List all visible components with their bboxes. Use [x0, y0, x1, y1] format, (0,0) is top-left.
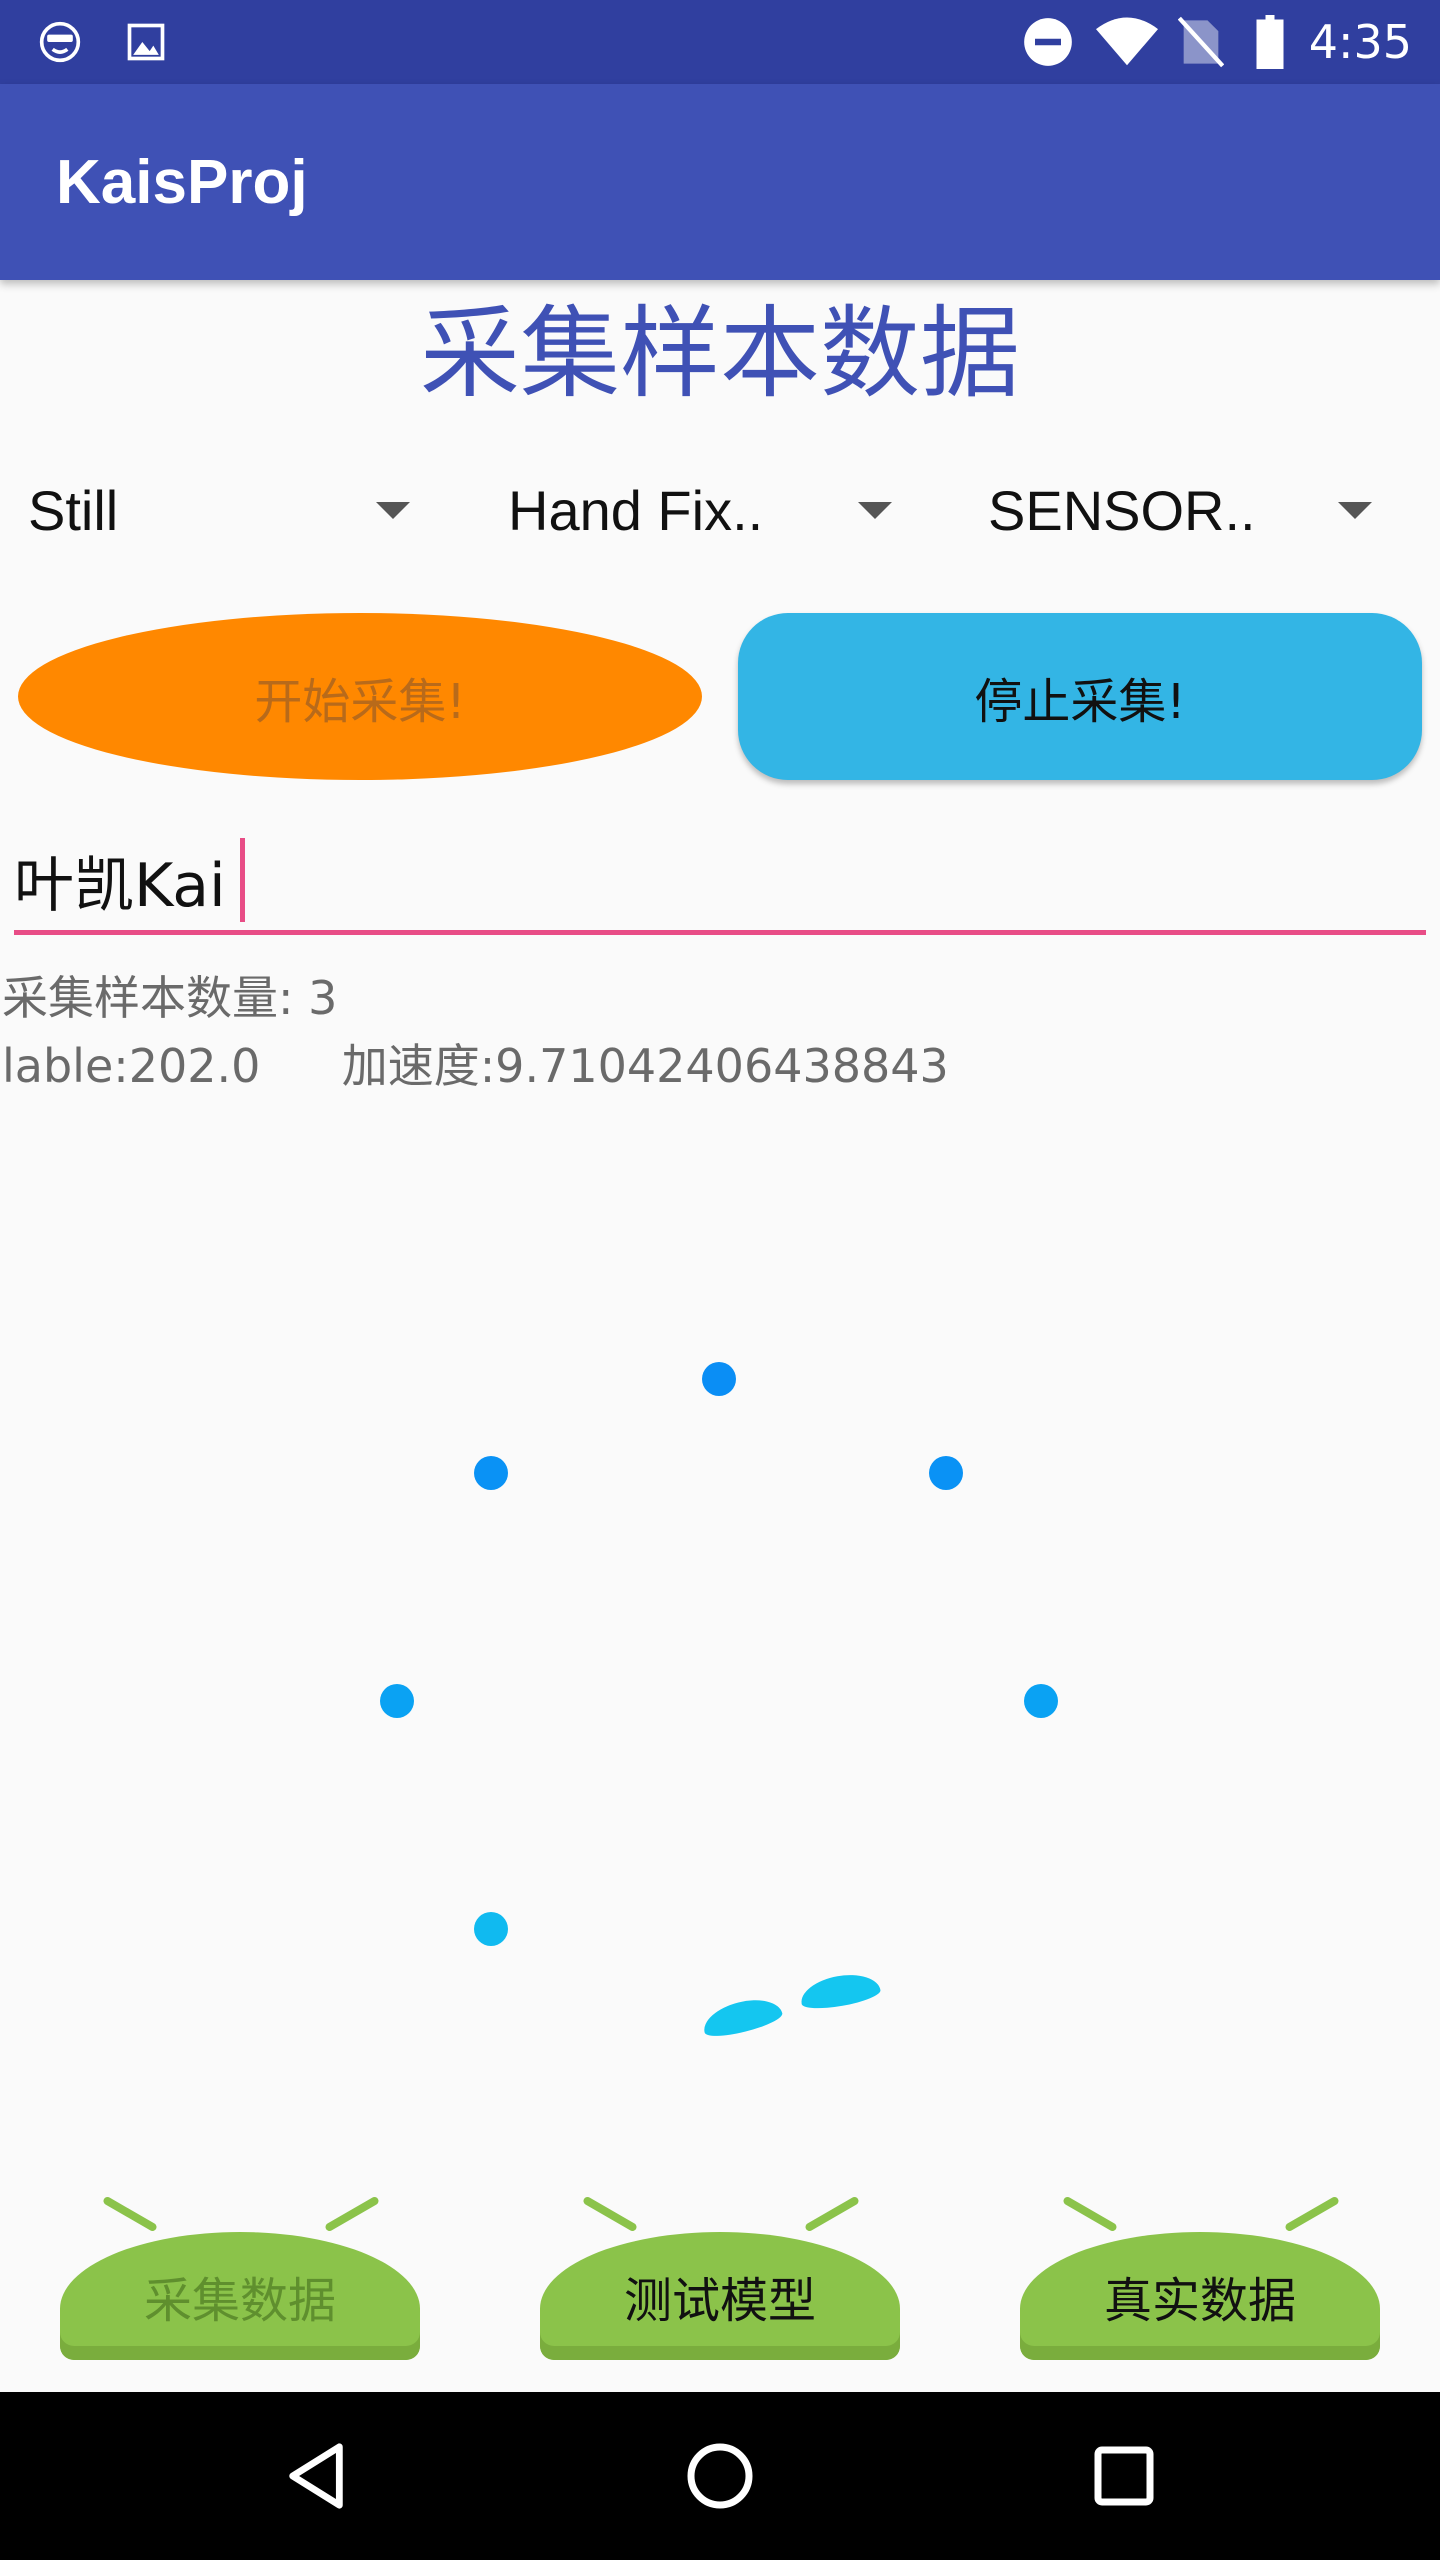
antenna	[804, 2195, 860, 2233]
sensor-readout-line: lable:202.0 加速度:9.71042406438843	[2, 1030, 949, 1096]
dropdown-arrow-icon	[376, 502, 410, 519]
sample-count-value: 3	[308, 971, 338, 1025]
antenna	[1284, 2195, 1340, 2233]
test-model-button[interactable]: 测试模型	[540, 2195, 900, 2360]
acceleration-readout: 加速度:9.71042406438843	[341, 1039, 949, 1093]
home-button[interactable]	[640, 2392, 800, 2560]
test-model-label: 测试模型	[623, 2273, 816, 2329]
wifi-icon	[1096, 0, 1158, 84]
stop-collect-button[interactable]: 停止采集!	[738, 613, 1422, 780]
position-spinner-value: Hand Fix..	[508, 478, 764, 542]
loading-dot	[929, 1456, 963, 1490]
loading-dot	[474, 1456, 508, 1490]
home-icon	[687, 2443, 753, 2509]
recents-button[interactable]	[1044, 2392, 1204, 2560]
position-spinner[interactable]: Hand Fix..	[508, 470, 898, 550]
antenna	[324, 2195, 380, 2233]
antenna	[1062, 2195, 1118, 2233]
loading-dot	[702, 1362, 736, 1396]
name-input[interactable]: 叶凯Kai	[14, 830, 1426, 935]
loading-dot	[1024, 1684, 1058, 1718]
name-input-value: 叶凯Kai	[14, 850, 226, 921]
loading-dot	[699, 1992, 785, 2042]
real-data-button[interactable]: 真实数据	[1020, 2195, 1380, 2360]
text-cursor	[239, 838, 245, 922]
dropdown-arrow-icon	[858, 502, 892, 519]
dnd-icon	[1022, 0, 1074, 84]
app-bar: KaisProj	[0, 84, 1440, 280]
navigation-bar	[0, 2392, 1440, 2560]
loading-dot	[798, 1969, 882, 2013]
activity-spinner[interactable]: Still	[28, 470, 418, 550]
sample-count-label: 采集样本数量:	[2, 971, 294, 1025]
label-readout: lable:202.0	[2, 1039, 261, 1093]
antenna	[582, 2195, 638, 2233]
recents-icon	[1094, 2446, 1154, 2506]
activity-spinner-value: Still	[28, 478, 119, 542]
status-time: 4:35	[1308, 15, 1412, 69]
collect-data-label: 采集数据	[143, 2273, 336, 2329]
sensor-spinner-value: SENSOR..	[988, 478, 1256, 542]
collect-data-button[interactable]: 采集数据	[60, 2195, 420, 2360]
no-sim-icon	[1178, 0, 1224, 84]
battery-icon	[1254, 0, 1286, 84]
antenna	[102, 2195, 158, 2233]
loading-dot	[474, 1912, 508, 1946]
page-title: 采集样本数据	[420, 295, 1020, 412]
dropdown-arrow-icon	[1338, 502, 1372, 519]
image-notification-icon	[124, 0, 168, 84]
real-data-label: 真实数据	[1103, 2273, 1296, 2329]
status-bar: 4:35	[0, 0, 1440, 84]
sample-count-line: 采集样本数量: 3	[2, 962, 337, 1028]
back-icon	[289, 2443, 343, 2509]
sensor-spinner[interactable]: SENSOR..	[988, 470, 1388, 550]
face-notification-icon	[38, 0, 82, 84]
start-collect-button[interactable]: 开始采集!	[18, 613, 702, 780]
back-button[interactable]	[236, 2392, 396, 2560]
app-title: KaisProj	[56, 147, 308, 217]
loading-dot	[380, 1684, 414, 1718]
